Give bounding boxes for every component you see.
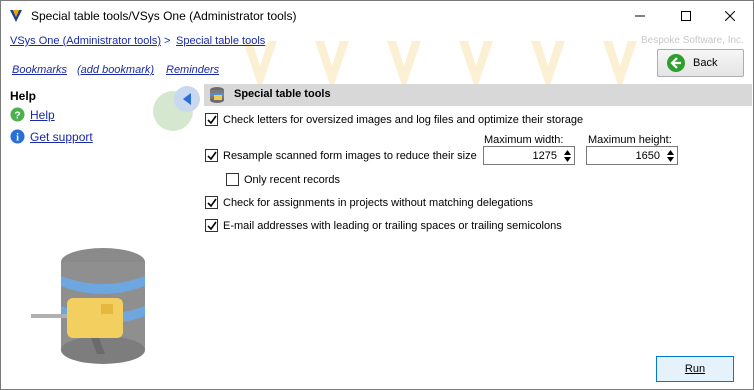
checkmark-icon	[206, 115, 217, 124]
bookmarks-link[interactable]: Bookmarks	[12, 64, 67, 76]
only-recent-label: Only recent records	[244, 173, 340, 186]
app-logo-icon	[10, 10, 22, 22]
checkmark-icon	[206, 221, 217, 230]
question-icon: ?	[10, 107, 25, 122]
back-navigation-graphic-icon	[153, 86, 200, 131]
app-window: Special table tools/VSys One (Administra…	[0, 0, 754, 390]
support-link-row[interactable]: i Get support	[10, 129, 93, 144]
email-addresses-label: E-mail addresses with leading or trailin…	[223, 219, 562, 232]
max-height-spinbox[interactable]: 1650	[586, 146, 678, 165]
database-icon	[210, 87, 224, 103]
checkbox-box[interactable]	[205, 113, 218, 126]
checkmark-icon	[206, 151, 217, 160]
help-heading: Help	[10, 89, 37, 103]
back-button-label: Back	[693, 57, 718, 69]
resample-images-checkbox[interactable]: Resample scanned form images to reduce t…	[205, 149, 477, 162]
checkbox-box[interactable]	[205, 196, 218, 209]
assignments-checkbox[interactable]: Check for assignments in projects withou…	[205, 196, 533, 209]
info-icon: i	[10, 129, 25, 144]
oversized-images-label: Check letters for oversized images and l…	[223, 113, 584, 126]
help-link-row[interactable]: ? Help	[10, 107, 55, 122]
minimize-button[interactable]	[617, 1, 663, 31]
max-width-value[interactable]: 1275	[533, 150, 557, 162]
only-recent-checkbox[interactable]: Only recent records	[226, 173, 340, 186]
checkbox-box[interactable]	[205, 149, 218, 162]
max-height-spin-arrows[interactable]	[663, 147, 677, 164]
max-width-spinbox[interactable]: 1275	[483, 146, 575, 165]
checkbox-box[interactable]	[226, 173, 239, 186]
support-link[interactable]: Get support	[30, 130, 93, 144]
spin-down-icon[interactable]	[563, 156, 571, 162]
breadcrumb-current-link[interactable]: Special table tools	[176, 35, 265, 47]
run-button-label: Run	[684, 363, 706, 375]
reminders-link[interactable]: Reminders	[166, 64, 219, 76]
minimize-icon	[635, 15, 645, 17]
close-icon	[725, 11, 735, 21]
email-addresses-checkbox[interactable]: E-mail addresses with leading or trailin…	[205, 219, 562, 232]
checkmark-icon	[206, 198, 217, 207]
svg-text:?: ?	[14, 110, 20, 121]
title-bar[interactable]: Special table tools/VSys One (Administra…	[1, 1, 753, 31]
spin-up-icon[interactable]	[666, 149, 674, 155]
back-button[interactable]: Back	[657, 49, 744, 77]
spin-up-icon[interactable]	[563, 149, 571, 155]
add-bookmark-link[interactable]: (add bookmark)	[77, 64, 154, 76]
run-button[interactable]: Run	[656, 356, 734, 382]
maximize-button[interactable]	[663, 1, 709, 31]
max-width-spin-arrows[interactable]	[560, 147, 574, 164]
breadcrumb-separator: >	[164, 35, 171, 47]
maximize-icon	[681, 11, 691, 21]
svg-text:i: i	[16, 132, 19, 143]
brand-text: Bespoke Software, Inc.	[641, 35, 744, 46]
close-button[interactable]	[707, 1, 753, 31]
window-title: Special table tools/VSys One (Administra…	[31, 9, 297, 23]
max-height-label: Maximum height:	[588, 134, 672, 146]
assignments-label: Check for assignments in projects withou…	[223, 196, 533, 209]
spin-down-icon[interactable]	[666, 156, 674, 162]
section-title: Special table tools	[234, 88, 331, 100]
database-tool-illustration-icon	[31, 248, 145, 364]
resample-images-label: Resample scanned form images to reduce t…	[223, 149, 477, 162]
breadcrumb-root-link[interactable]: VSys One (Administrator tools)	[10, 35, 161, 47]
help-link[interactable]: Help	[30, 108, 55, 122]
back-arrow-icon	[667, 54, 685, 72]
max-width-label: Maximum width:	[484, 134, 564, 146]
max-height-value[interactable]: 1650	[636, 150, 660, 162]
oversized-images-checkbox[interactable]: Check letters for oversized images and l…	[205, 113, 583, 126]
checkbox-box[interactable]	[205, 219, 218, 232]
